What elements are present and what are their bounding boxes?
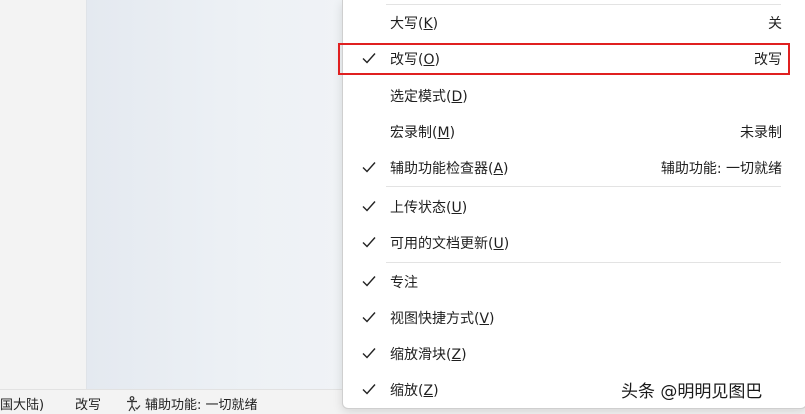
menu-item-zoom-slider[interactable]: 缩放滑块(Z) bbox=[343, 336, 805, 372]
menu-item-text: 宏录制( bbox=[390, 125, 438, 141]
menu-item-paren: ) bbox=[462, 89, 468, 105]
menu-separator bbox=[386, 262, 781, 263]
menu-item-paren: ) bbox=[461, 347, 467, 363]
menu-item-value: 关 bbox=[768, 16, 782, 32]
menu-item-doc-updates[interactable]: 可用的文档更新(U) bbox=[343, 225, 805, 261]
menu-item-mnemonic: Z bbox=[451, 347, 462, 363]
menu-item-paren: ) bbox=[433, 383, 439, 399]
status-overtype[interactable]: 改写 bbox=[75, 394, 101, 413]
status-language[interactable]: 国大陆) bbox=[0, 394, 44, 413]
status-accessibility-label: 辅助功能: 一切就绪 bbox=[145, 398, 258, 413]
menu-item-text: 选定模式( bbox=[390, 89, 452, 105]
menu-item-label: 大写(K) bbox=[390, 13, 438, 33]
document-canvas bbox=[86, 0, 349, 389]
menu-item-label: 辅助功能检查器(A) bbox=[390, 158, 509, 178]
menu-item-paren: ) bbox=[461, 200, 468, 216]
checkmark-icon bbox=[362, 312, 376, 323]
checkmark-icon bbox=[362, 384, 376, 395]
checkmark-icon bbox=[362, 53, 376, 64]
menu-item-paren: ) bbox=[503, 236, 510, 252]
menu-item-macro-recording[interactable]: 宏录制(M) 未录制 bbox=[343, 114, 805, 150]
menu-separator bbox=[386, 186, 781, 187]
menu-item-accessibility-checker[interactable]: 辅助功能检查器(A) 辅助功能: 一切就绪 bbox=[343, 150, 805, 186]
menu-item-text: 大写( bbox=[390, 16, 424, 32]
menu-item-focus[interactable]: 专注 bbox=[343, 264, 805, 300]
menu-item-text: 上传状态( bbox=[390, 200, 452, 216]
checkmark-icon bbox=[362, 348, 376, 359]
menu-item-label: 专注 bbox=[390, 272, 418, 292]
menu-item-label: 选定模式(D) bbox=[390, 86, 468, 106]
menu-item-text: 视图快捷方式( bbox=[390, 311, 480, 327]
menu-item-text: 专注 bbox=[390, 275, 418, 291]
menu-item-label: 宏录制(M) bbox=[390, 122, 455, 142]
menu-item-value: 改写 bbox=[754, 52, 782, 68]
menu-item-mnemonic: A bbox=[493, 161, 504, 177]
menu-item-text: 可用的文档更新( bbox=[390, 236, 494, 252]
menu-item-caps[interactable]: 大写(K) 关 bbox=[343, 5, 805, 41]
menu-item-selection-mode[interactable]: 选定模式(D) bbox=[343, 78, 805, 114]
menu-item-text: 辅助功能检查器( bbox=[390, 161, 494, 177]
menu-item-upload-status[interactable]: 上传状态(U) bbox=[343, 189, 805, 225]
menu-item-label: 缩放(Z) bbox=[390, 380, 439, 400]
document-side-area bbox=[0, 0, 86, 389]
menu-item-label: 上传状态(U) bbox=[390, 197, 467, 217]
menu-item-mnemonic: M bbox=[437, 125, 450, 141]
menu-item-label: 缩放滑块(Z) bbox=[390, 344, 467, 364]
menu-item-mnemonic: D bbox=[451, 89, 463, 105]
checkmark-icon bbox=[362, 201, 376, 212]
menu-item-value: 辅助功能: 一切就绪 bbox=[660, 161, 782, 177]
checkmark-icon bbox=[362, 237, 376, 248]
menu-item-label: 改写(O) bbox=[390, 49, 440, 69]
menu-item-view-shortcuts[interactable]: 视图快捷方式(V) bbox=[343, 300, 805, 336]
menu-item-paren: ) bbox=[434, 52, 440, 68]
menu-item-paren: ) bbox=[503, 161, 509, 177]
menu-item-text: 改写( bbox=[390, 52, 424, 68]
menu-item-mnemonic: O bbox=[423, 52, 435, 68]
menu-item-mnemonic: V bbox=[479, 311, 490, 327]
checkmark-icon bbox=[362, 276, 376, 287]
menu-item-mnemonic: U bbox=[451, 200, 462, 216]
accessibility-icon bbox=[127, 395, 141, 411]
menu-item-paren: ) bbox=[489, 311, 495, 327]
status-accessibility[interactable]: 辅助功能: 一切就绪 bbox=[124, 394, 258, 413]
menu-item-text: 缩放滑块( bbox=[390, 347, 452, 363]
menu-item-mnemonic: Z bbox=[423, 383, 434, 399]
menu-item-overtype[interactable]: 改写(O) 改写 bbox=[343, 41, 805, 77]
checkmark-icon bbox=[362, 162, 376, 173]
menu-item-mnemonic: U bbox=[493, 236, 504, 252]
menu-item-label: 视图快捷方式(V) bbox=[390, 308, 495, 328]
menu-item-paren: ) bbox=[432, 16, 439, 32]
menu-item-mnemonic: K bbox=[423, 16, 433, 32]
menu-item-label: 可用的文档更新(U) bbox=[390, 233, 509, 253]
menu-item-text: 缩放( bbox=[390, 383, 424, 399]
menu-item-paren: ) bbox=[449, 125, 456, 141]
menu-item-value: 未录制 bbox=[740, 125, 782, 141]
watermark: 头条 @明明见图巴 bbox=[621, 382, 763, 402]
status-bar-context-menu: 大写(K) 关改写(O) 改写 选定模式(D) 宏录制(M) 未录制 辅助功能检查器(A) 辅… bbox=[342, 0, 805, 409]
